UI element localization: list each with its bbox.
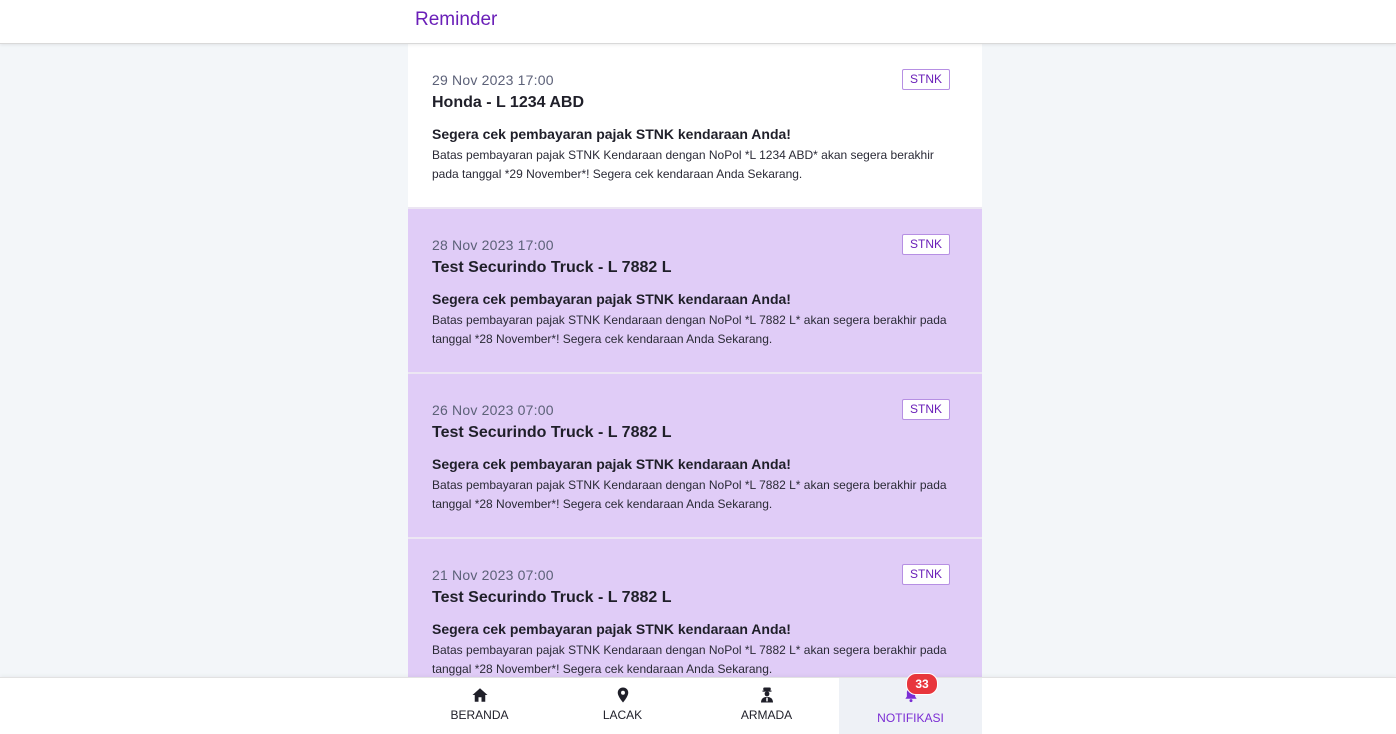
- notification-card[interactable]: 21 Nov 2023 07:00 STNK Test Securindo Tr…: [408, 539, 982, 677]
- notification-card[interactable]: 29 Nov 2023 17:00 STNK Honda - L 1234 AB…: [408, 44, 982, 209]
- notification-body: Batas pembayaran pajak STNK Kendaraan de…: [432, 313, 947, 346]
- location-pin-icon: [617, 687, 628, 703]
- nav-item-lacak[interactable]: LACAK: [551, 678, 694, 734]
- notification-title: Test Securindo Truck - L 7882 L: [432, 589, 672, 606]
- notification-title: Test Securindo Truck - L 7882 L: [432, 259, 672, 276]
- notification-body: Batas pembayaran pajak STNK Kendaraan de…: [432, 478, 947, 511]
- notification-date: 21 Nov 2023 07:00: [432, 567, 554, 583]
- notification-title: Honda - L 1234 ABD: [432, 94, 585, 111]
- notification-date: 29 Nov 2023 17:00: [432, 72, 554, 88]
- notification-date: 28 Nov 2023 17:00: [432, 237, 554, 253]
- category-badge: STNK: [901, 564, 950, 585]
- nav-item-beranda[interactable]: BERANDA: [408, 678, 551, 734]
- notification-card[interactable]: 28 Nov 2023 17:00 STNK Test Securindo Tr…: [408, 209, 982, 374]
- driver-icon: [760, 687, 773, 703]
- notification-date: 26 Nov 2023 07:00: [432, 402, 554, 418]
- category-badge: STNK: [901, 69, 950, 90]
- nav-label: ARMADA: [740, 708, 793, 722]
- home-icon: [472, 688, 487, 702]
- notification-heading: Segera cek pembayaran pajak STNK kendara…: [432, 456, 791, 472]
- notification-title: Test Securindo Truck - L 7882 L: [432, 424, 672, 441]
- bottom-navigation: BERANDA LACAK ARMADA 33 NOTIFIKASI: [0, 673, 1396, 734]
- notification-heading: Segera cek pembayaran pajak STNK kendara…: [432, 291, 791, 307]
- notification-body: Batas pembayaran pajak STNK Kendaraan de…: [432, 148, 934, 181]
- notification-count-badge: 33: [906, 673, 938, 695]
- top-app-bar: Reminder: [0, 0, 1396, 44]
- notification-heading: Segera cek pembayaran pajak STNK kendara…: [432, 621, 791, 637]
- nav-label: BERANDA: [450, 708, 509, 722]
- notification-card[interactable]: 26 Nov 2023 07:00 STNK Test Securindo Tr…: [408, 374, 982, 539]
- notification-list[interactable]: 29 Nov 2023 17:00 STNK Honda - L 1234 AB…: [408, 44, 982, 677]
- nav-item-notifikasi[interactable]: 33 NOTIFIKASI: [839, 673, 982, 734]
- notification-body: Batas pembayaran pajak STNK Kendaraan de…: [432, 643, 947, 676]
- nav-label: LACAK: [602, 708, 643, 722]
- nav-label: NOTIFIKASI: [877, 711, 944, 725]
- category-badge: STNK: [901, 399, 950, 420]
- category-badge: STNK: [901, 234, 950, 255]
- page-title: Reminder: [415, 9, 498, 30]
- notification-heading: Segera cek pembayaran pajak STNK kendara…: [432, 126, 791, 142]
- nav-item-armada[interactable]: ARMADA: [695, 678, 838, 734]
